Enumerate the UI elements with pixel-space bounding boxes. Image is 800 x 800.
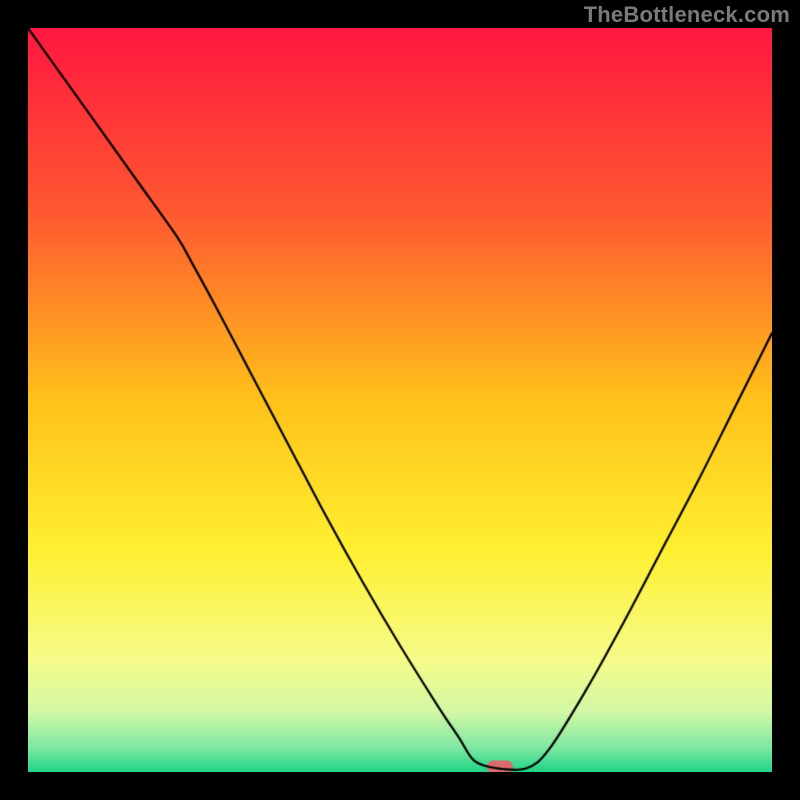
chart-frame: TheBottleneck.com — [0, 0, 800, 800]
bottleneck-curve — [28, 28, 772, 772]
watermark-text: TheBottleneck.com — [584, 2, 790, 28]
plot-area — [28, 28, 772, 772]
